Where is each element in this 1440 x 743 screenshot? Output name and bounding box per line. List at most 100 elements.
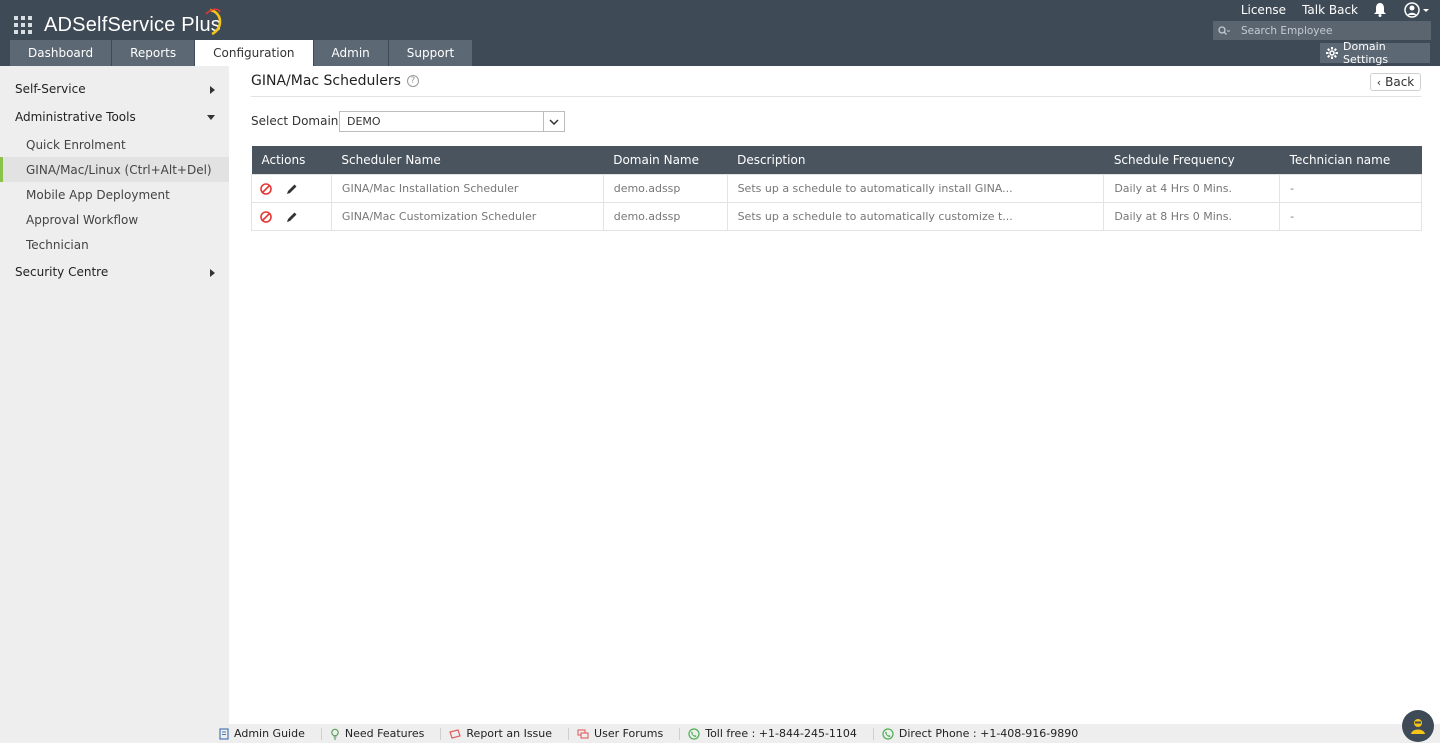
need-features-label: Need Features — [344, 727, 425, 740]
tab-support[interactable]: Support — [388, 40, 473, 66]
sidebar-section-administrative-tools[interactable]: Administrative Tools — [0, 104, 229, 129]
footer-divider — [872, 727, 874, 740]
need-features-link[interactable]: Need Features — [330, 724, 435, 743]
scheduler-name-cell: GINA/Mac Installation Scheduler — [330, 173, 604, 203]
gear-icon — [1326, 47, 1338, 59]
direct-phone: Direct Phone : +1-408-916-9890 — [882, 724, 1088, 743]
back-button[interactable]: ‹ Back — [1370, 73, 1421, 91]
description-cell: Sets up a schedule to automatically cust… — [726, 201, 1105, 231]
talk-back-link[interactable]: Talk Back — [1302, 3, 1358, 17]
column-header[interactable]: Domain Name — [603, 146, 728, 174]
select-domain-label: Select Domain — [251, 114, 339, 128]
top-header: ADSelfService Plus License Talk Back Das… — [0, 0, 1440, 66]
user-avatar-icon[interactable] — [1404, 2, 1430, 18]
sidebar-item-label: Technician — [26, 237, 89, 252]
actions-cell — [251, 201, 332, 231]
domain-settings-button[interactable]: Domain Settings — [1320, 40, 1430, 66]
column-header[interactable]: Description — [727, 146, 1104, 174]
sidebar-section-label: Administrative Tools — [15, 109, 136, 124]
report-issue-link[interactable]: Report an Issue — [449, 724, 562, 743]
toll-free-label: Toll free : +1-844-245-1104 — [705, 727, 857, 740]
sidebar-item-quick-enrolment[interactable]: Quick Enrolment — [0, 132, 229, 157]
caret-right-icon — [210, 86, 215, 94]
caret-right-icon — [210, 269, 215, 277]
ticket-icon — [449, 728, 462, 739]
footer-divider — [679, 727, 681, 740]
top-links: License Talk Back — [1225, 0, 1430, 20]
tab-dashboard[interactable]: Dashboard — [10, 40, 112, 66]
book-icon — [219, 727, 229, 740]
footer-divider — [320, 727, 322, 740]
user-forums-label: User Forums — [594, 727, 664, 740]
toll-free-phone: Toll free : +1-844-245-1104 — [688, 724, 867, 743]
sidebar-item-label: GINA/Mac/Linux (Ctrl+Alt+Del) — [26, 162, 212, 177]
chevron-down-icon[interactable] — [543, 112, 564, 131]
edit-icon[interactable] — [286, 211, 298, 223]
phone-icon — [688, 727, 700, 740]
domain-settings-label: Domain Settings — [1343, 40, 1389, 66]
main-content: GINA/Mac Schedulers ? ‹ Back Select Doma… — [229, 66, 1440, 724]
column-header[interactable]: Schedule Frequency — [1103, 146, 1280, 174]
admin-guide-link[interactable]: Admin Guide — [219, 724, 315, 743]
domain-name-cell: demo.adssp — [602, 173, 728, 203]
direct-phone-label: Direct Phone : +1-408-916-9890 — [898, 727, 1079, 740]
app-title: ADSelfService Plus — [44, 13, 221, 36]
search-employee-box — [1213, 21, 1431, 40]
search-icon — [1213, 21, 1235, 40]
sidebar-item-label: Approval Workflow — [26, 212, 139, 227]
tab-configuration[interactable]: Configuration — [195, 40, 313, 66]
caret-down-icon — [207, 115, 215, 120]
edit-icon[interactable] — [286, 183, 298, 195]
delete-icon[interactable] — [260, 210, 272, 223]
domain-select-value: DEMO — [347, 115, 381, 128]
sidebar-item-gina-mac-linux[interactable]: GINA/Mac/Linux (Ctrl+Alt+Del) — [0, 157, 229, 182]
user-forums-link[interactable]: User Forums — [577, 724, 673, 743]
column-header[interactable]: Scheduler Name — [331, 146, 604, 174]
scheduler-name-cell: GINA/Mac Customization Scheduler — [330, 201, 604, 231]
title-divider — [251, 96, 1421, 97]
logo-swoosh-icon — [205, 8, 222, 36]
sidebar-item-label: Quick Enrolment — [26, 137, 126, 152]
license-link[interactable]: License — [1241, 3, 1286, 17]
lightbulb-icon — [330, 728, 340, 740]
tab-reports[interactable]: Reports — [112, 40, 195, 66]
sidebar-section-label: Security Centre — [15, 264, 109, 279]
app-grid-icon[interactable] — [14, 16, 32, 34]
sidebar-section-label: Self-Service — [15, 81, 86, 96]
admin-guide-label: Admin Guide — [234, 727, 305, 740]
sidebar: Self-Service Administrative Tools Quick … — [0, 66, 229, 724]
frequency-cell: Daily at 4 Hrs 0 Mins. — [1103, 173, 1281, 203]
sidebar-section-self-service[interactable]: Self-Service — [0, 76, 229, 101]
chevron-left-icon: ‹ — [1376, 75, 1382, 89]
column-header: Actions — [251, 146, 332, 174]
sidebar-item-technician[interactable]: Technician — [0, 232, 229, 257]
domain-select[interactable]: DEMO — [339, 111, 565, 132]
report-issue-label: Report an Issue — [466, 727, 553, 740]
footer-bar: Admin Guide Need Features Report an Issu… — [0, 724, 1440, 743]
technician-cell: - — [1279, 201, 1422, 231]
footer-divider — [568, 727, 570, 740]
sidebar-section-security-centre[interactable]: Security Centre — [0, 259, 229, 284]
page-title: GINA/Mac Schedulers ? — [251, 73, 419, 89]
main-tabs: Dashboard Reports Configuration Admin Su… — [10, 40, 473, 66]
tab-admin[interactable]: Admin — [313, 40, 388, 66]
back-label: Back — [1385, 75, 1415, 89]
table-row: GINA/Mac Customization Scheduler demo.ad… — [251, 201, 1422, 231]
chat-bot-icon[interactable] — [1402, 710, 1434, 742]
schedulers-table: Actions Scheduler Name Domain Name Descr… — [251, 146, 1422, 231]
bell-icon[interactable] — [1374, 2, 1388, 18]
search-employee-input[interactable] — [1235, 21, 1431, 40]
app-logo[interactable]: ADSelfService Plus — [44, 8, 222, 40]
table-header-row: Actions Scheduler Name Domain Name Descr… — [251, 146, 1422, 174]
column-header[interactable]: Technician name — [1279, 146, 1422, 174]
footer-divider — [440, 727, 442, 740]
phone-icon — [882, 727, 894, 740]
actions-cell — [251, 173, 332, 203]
sidebar-item-mobile-app-deployment[interactable]: Mobile App Deployment — [0, 182, 229, 207]
sidebar-item-approval-workflow[interactable]: Approval Workflow — [0, 207, 229, 232]
help-icon[interactable]: ? — [406, 75, 419, 87]
domain-name-cell: demo.adssp — [602, 201, 728, 231]
frequency-cell: Daily at 8 Hrs 0 Mins. — [1103, 201, 1281, 231]
delete-icon[interactable] — [260, 182, 272, 195]
table-row: GINA/Mac Installation Scheduler demo.ads… — [251, 173, 1422, 203]
